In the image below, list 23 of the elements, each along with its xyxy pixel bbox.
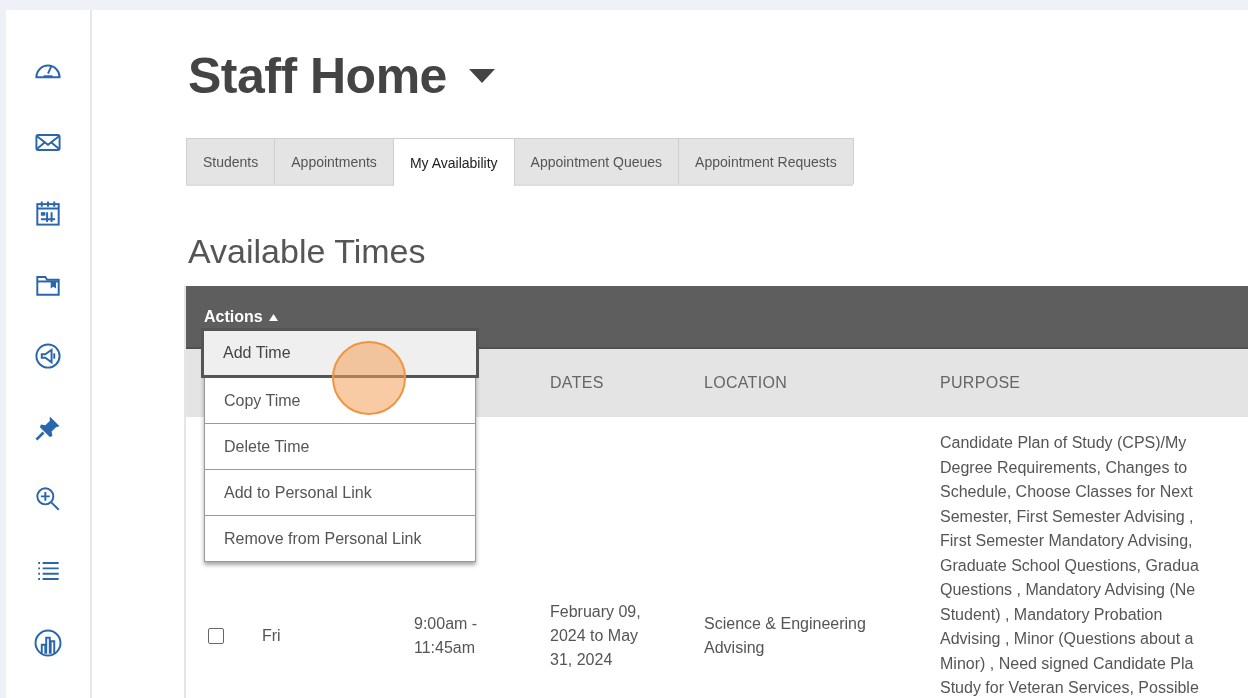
menu-item[interactable]: Copy Time (204, 378, 476, 424)
section-title: Available Times (188, 232, 427, 272)
tab[interactable]: Appointment Requests (678, 138, 854, 184)
page-title: Staff Home (188, 47, 447, 105)
column-header: PURPOSE (940, 374, 1022, 392)
actions-button[interactable]: Actions (186, 286, 278, 326)
menu-item[interactable]: Remove from Personal Link (204, 516, 476, 562)
tab[interactable]: Appointment Queues (513, 138, 680, 184)
checkbox[interactable] (208, 627, 224, 644)
table-cell-text: Candidate Plan of Study (CPS)/My Degree Requirements, Changes to Schedule, Choose Classes for Next Semester, First Semester Advising , First Semester Mandatory Advising, Graduate School Questions, Gradua Questions , Mandatory Advising (Ne Student) , Mandatory Probation Advising , Minor (Questions about a Minor) , Need signed Candidate Pla Study for Veteran Services, Possible (940, 433, 1199, 698)
table-cell-text: 9:00am - 11:45am (414, 613, 478, 658)
table-cell-text: Science & Engineering Advising (704, 613, 866, 658)
table-cell-text: Fri (262, 625, 281, 646)
column-header: DATES (550, 374, 605, 392)
menu-item[interactable]: Delete Time (204, 424, 476, 470)
tab[interactable]: My Availability (392, 138, 515, 186)
column-header: LOCATION (704, 374, 788, 392)
menu-item[interactable]: Add Time (201, 328, 479, 378)
tab[interactable]: Appointments (274, 138, 394, 184)
tab[interactable]: Students (186, 138, 276, 184)
menu-item[interactable]: Add to Personal Link (204, 470, 476, 516)
table-cell-text: February 09, 2024 to May 31, 2024 (550, 601, 641, 670)
caret-icon[interactable] (468, 69, 495, 83)
